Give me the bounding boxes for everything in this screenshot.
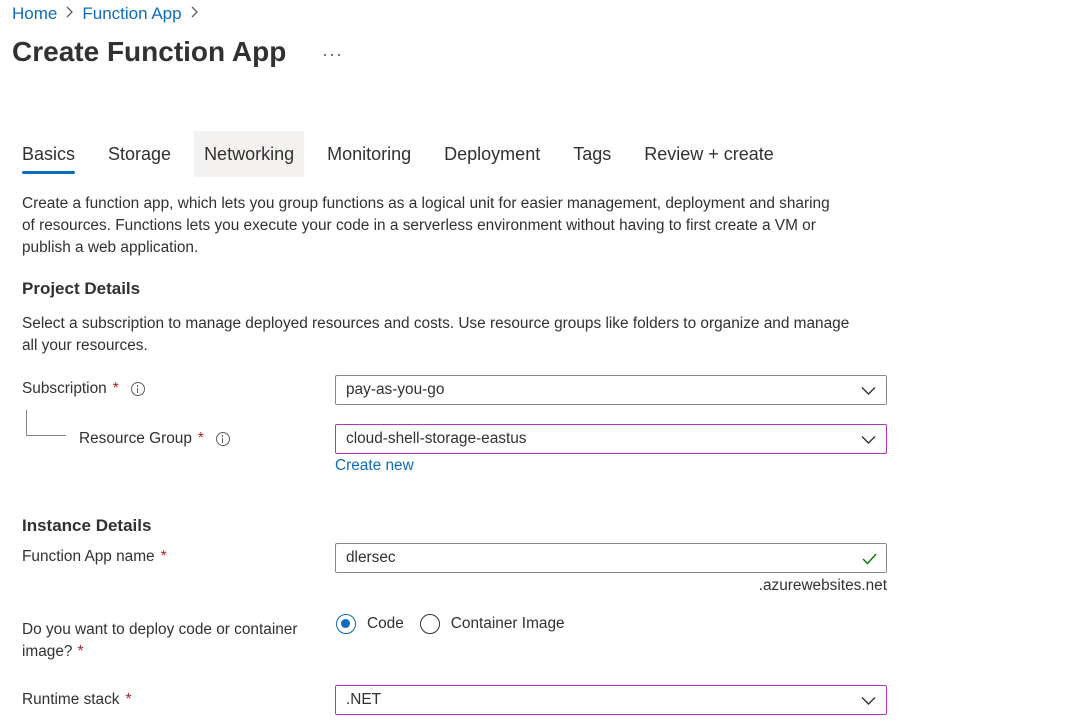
- radio-code-circle[interactable]: [336, 614, 356, 634]
- project-desc-line: all your resources.: [22, 337, 148, 354]
- intro-text-line: of resources. Functions lets you execute…: [22, 217, 816, 234]
- info-icon[interactable]: [215, 432, 230, 446]
- subscription-value: pay-as-you-go: [346, 381, 445, 398]
- project-desc-line: Select a subscription to manage deployed…: [22, 315, 850, 332]
- radio-container-image-label: Container Image: [450, 615, 565, 632]
- runtime-stack-label: Runtime stack *: [22, 691, 132, 709]
- deploy-type-label-line-2: image? *: [22, 643, 84, 660]
- tab-monitoring[interactable]: Monitoring: [317, 131, 421, 177]
- intro-text-line: Create a function app, which lets you gr…: [22, 195, 830, 212]
- function-app-name-input[interactable]: dlersec: [335, 543, 887, 573]
- checkmark-icon: [862, 553, 877, 565]
- required-asterisk: *: [160, 548, 167, 565]
- subscription-label: Subscription *: [22, 380, 145, 398]
- chevron-down-icon: [861, 697, 876, 705]
- chevron-down-icon: [861, 436, 876, 444]
- function-app-name-value: dlersec: [346, 549, 396, 566]
- resource-group-label: Resource Group *: [79, 430, 230, 448]
- runtime-stack-dropdown[interactable]: .NET: [335, 685, 887, 715]
- radio-code[interactable]: Code: [336, 614, 404, 634]
- breadcrumb-function-app-link[interactable]: Function App: [82, 4, 181, 24]
- radio-container-image-circle[interactable]: [419, 614, 440, 634]
- resource-group-dropdown[interactable]: cloud-shell-storage-eastus: [335, 424, 887, 454]
- page-title: Create Function App: [12, 36, 287, 67]
- chevron-down-icon: [861, 387, 876, 395]
- breadcrumb-chevron-icon: [65, 5, 74, 22]
- subscription-label-text: Subscription: [22, 380, 107, 397]
- required-asterisk: *: [112, 380, 119, 397]
- tree-connector: [26, 410, 66, 436]
- tab-tags[interactable]: Tags: [563, 131, 621, 177]
- required-asterisk: *: [197, 430, 204, 447]
- instance-details-heading: Instance Details: [22, 516, 152, 535]
- create-new-link[interactable]: Create new: [335, 457, 414, 475]
- breadcrumb-chevron-icon: [190, 5, 199, 22]
- radio-code-label: Code: [367, 615, 404, 632]
- deploy-type-radio-group: Code Container Image: [336, 614, 565, 634]
- intro-text-line: publish a web application.: [22, 239, 199, 256]
- radio-container-image[interactable]: Container Image: [419, 614, 565, 634]
- resource-group-value: cloud-shell-storage-eastus: [346, 430, 527, 447]
- required-asterisk: *: [125, 691, 132, 708]
- info-icon[interactable]: [130, 382, 145, 396]
- deploy-type-label: Do you want to deploy code or container …: [22, 619, 298, 663]
- subscription-dropdown[interactable]: pay-as-you-go: [335, 375, 887, 405]
- tab-bar: Basics Storage Networking Monitoring Dep…: [12, 131, 797, 177]
- resource-group-label-text: Resource Group: [79, 430, 192, 447]
- deploy-type-label-line: Do you want to deploy code or container: [22, 621, 298, 638]
- project-details-heading: Project Details: [22, 279, 141, 298]
- runtime-stack-label-text: Runtime stack: [22, 691, 120, 708]
- tab-deployment[interactable]: Deployment: [434, 131, 550, 177]
- tab-basics[interactable]: Basics: [12, 131, 85, 177]
- tab-storage[interactable]: Storage: [98, 131, 181, 177]
- tab-networking[interactable]: Networking: [194, 131, 305, 177]
- breadcrumb: Home Function App: [12, 4, 207, 24]
- domain-suffix: .azurewebsites.net: [758, 577, 887, 594]
- runtime-stack-value: .NET: [346, 691, 382, 708]
- more-options-icon[interactable]: ···: [322, 44, 343, 65]
- tab-review-create[interactable]: Review + create: [634, 131, 784, 177]
- breadcrumb-home-link[interactable]: Home: [12, 4, 57, 24]
- function-app-name-label-text: Function App name: [22, 548, 155, 565]
- function-app-name-label: Function App name *: [22, 548, 167, 566]
